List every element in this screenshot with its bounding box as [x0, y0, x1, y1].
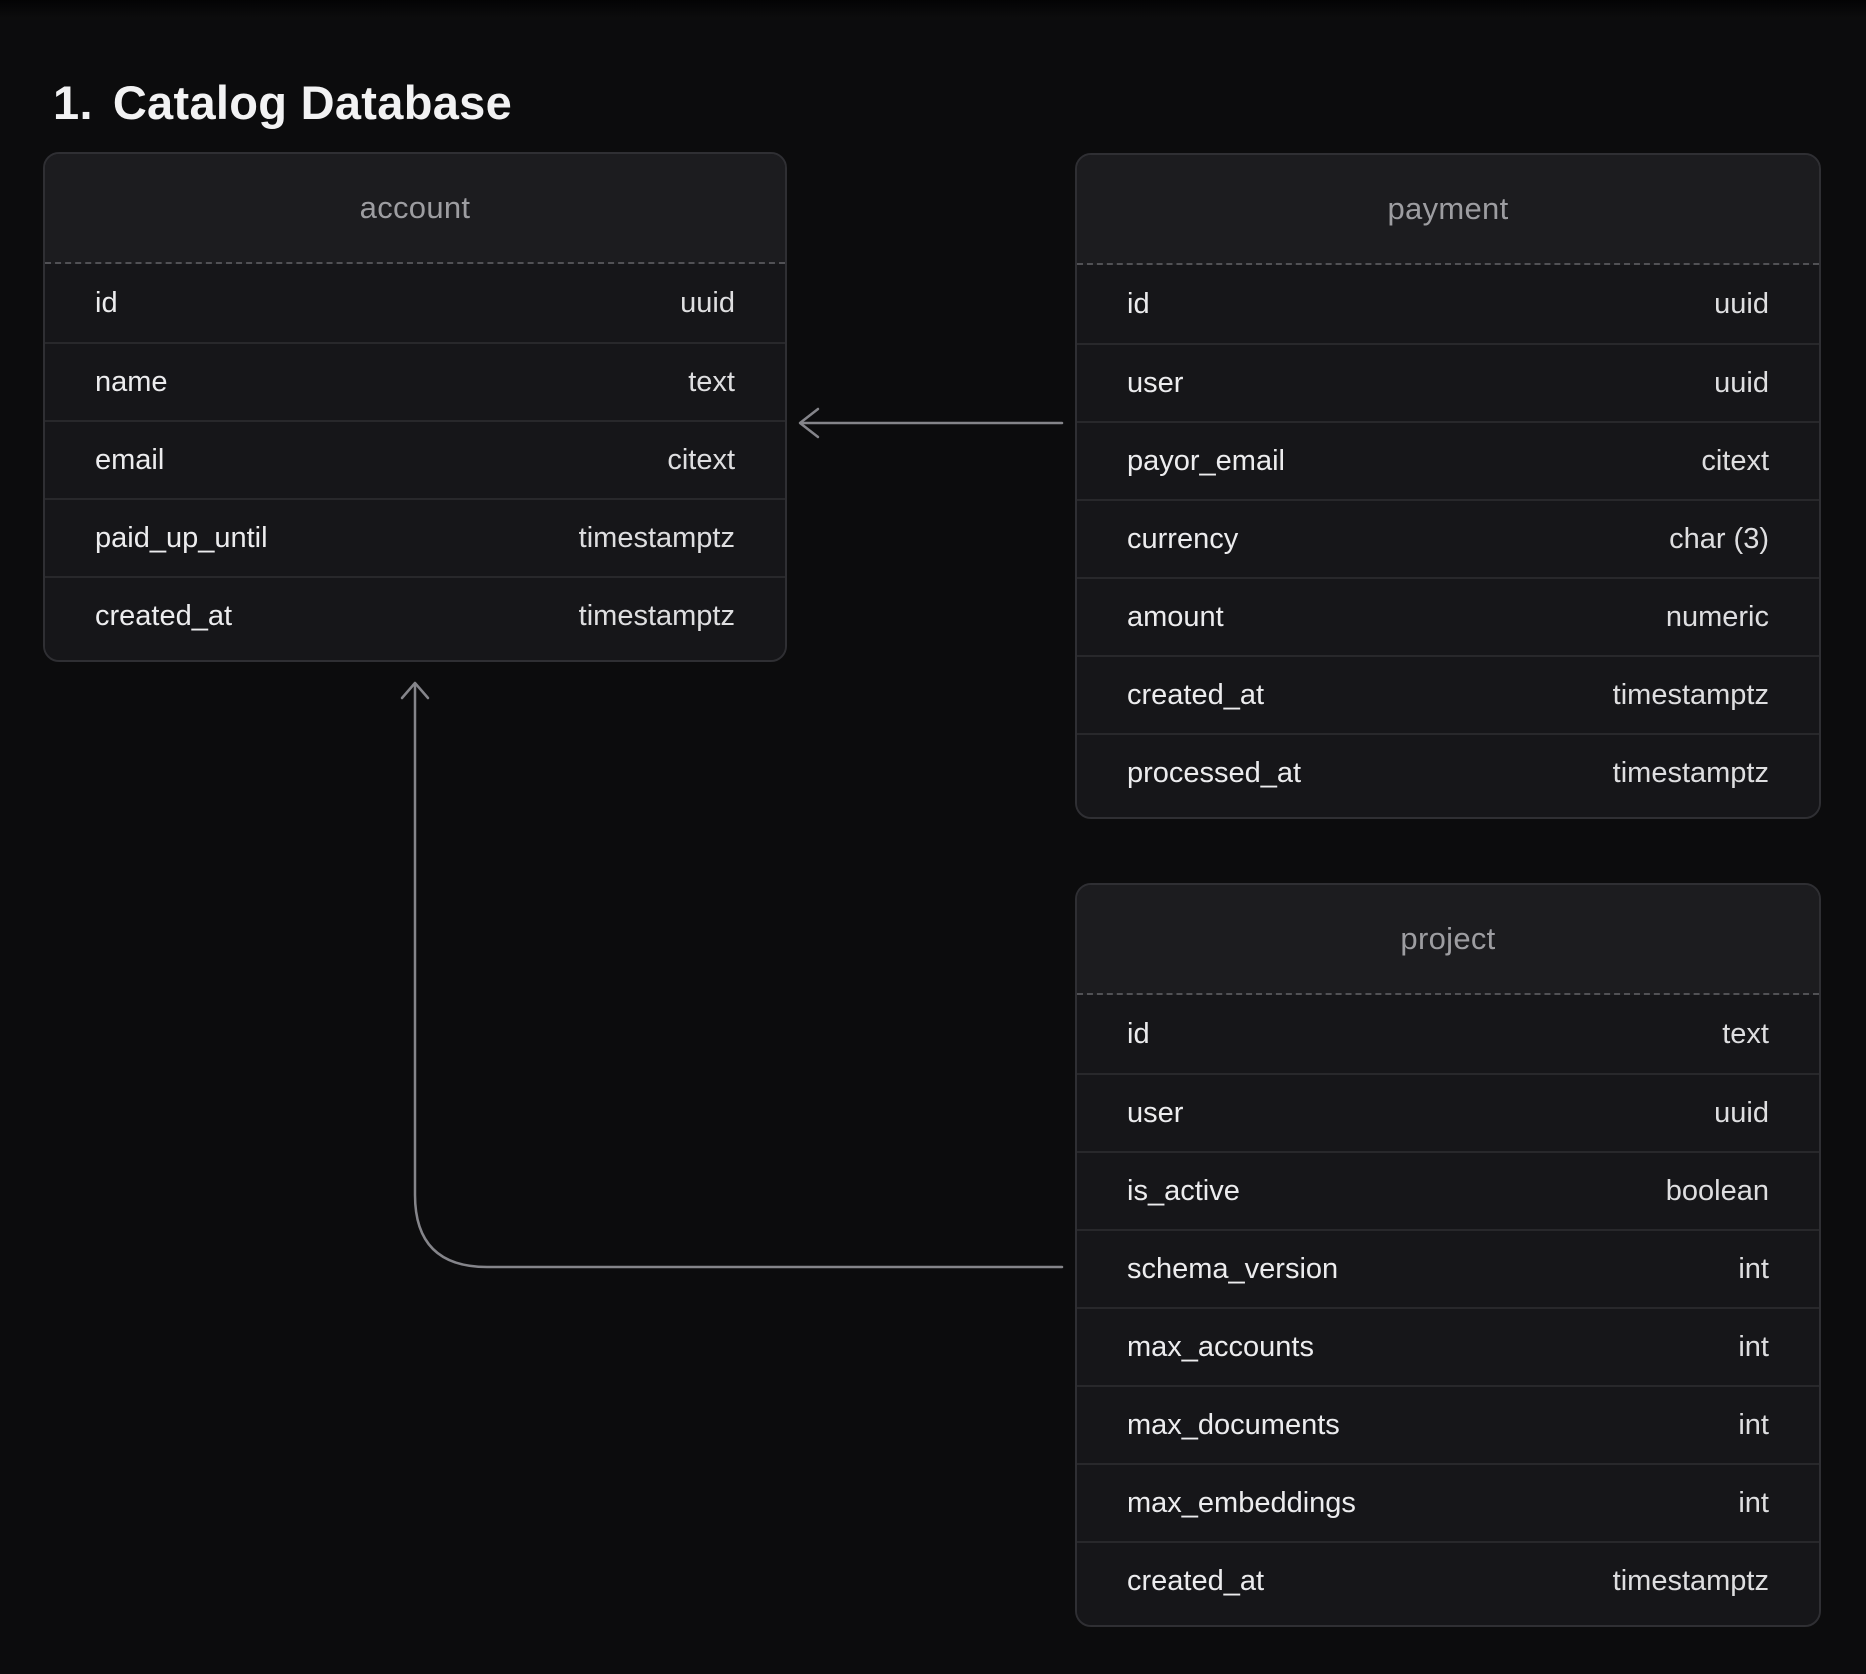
table-node-project[interactable]: project id text user uuid is_active bool… [1075, 883, 1821, 1627]
column-row: user uuid [1077, 1073, 1819, 1151]
column-name: is_active [1127, 1175, 1240, 1208]
arrowhead-left-icon [800, 409, 818, 437]
column-row: user uuid [1077, 343, 1819, 421]
column-name: max_embeddings [1127, 1487, 1356, 1520]
column-name: paid_up_until [95, 522, 268, 555]
connector-line [415, 684, 1062, 1267]
column-name: processed_at [1127, 757, 1301, 790]
column-name: user [1127, 367, 1183, 400]
column-type: text [1722, 1018, 1769, 1051]
table-node-payment[interactable]: payment id uuid user uuid payor_email ci… [1075, 153, 1821, 819]
column-type: int [1738, 1409, 1769, 1442]
column-row: paid_up_until timestamptz [45, 498, 785, 576]
column-name: currency [1127, 523, 1238, 556]
column-type: uuid [1714, 367, 1769, 400]
column-type: uuid [1714, 1097, 1769, 1130]
column-type: numeric [1666, 601, 1769, 634]
column-type: timestamptz [1613, 679, 1769, 712]
column-row: is_active boolean [1077, 1151, 1819, 1229]
column-row: payor_email citext [1077, 421, 1819, 499]
table-name-payment: payment [1077, 155, 1819, 265]
column-type: timestamptz [579, 522, 735, 555]
column-row: currency char (3) [1077, 499, 1819, 577]
column-type: text [688, 366, 735, 399]
column-name: amount [1127, 601, 1224, 634]
column-type: citext [1701, 445, 1769, 478]
column-name: user [1127, 1097, 1183, 1130]
column-row: max_accounts int [1077, 1307, 1819, 1385]
column-name: max_documents [1127, 1409, 1340, 1442]
column-name: schema_version [1127, 1253, 1338, 1286]
column-type: uuid [1714, 288, 1769, 321]
relationship-project-account [402, 683, 1062, 1267]
column-row: schema_version int [1077, 1229, 1819, 1307]
column-row: processed_at timestamptz [1077, 733, 1819, 811]
column-type: boolean [1666, 1175, 1769, 1208]
column-row: max_embeddings int [1077, 1463, 1819, 1541]
column-row: email citext [45, 420, 785, 498]
page-title-text: Catalog Database [113, 79, 512, 126]
column-type: int [1738, 1487, 1769, 1520]
column-type: char (3) [1669, 523, 1769, 556]
column-name: id [1127, 288, 1150, 321]
table-name-project: project [1077, 885, 1819, 995]
column-name: email [95, 444, 164, 477]
column-type: citext [667, 444, 735, 477]
column-name: id [95, 287, 118, 320]
column-row: id text [1077, 995, 1819, 1073]
column-name: id [1127, 1018, 1150, 1051]
column-row: created_at timestamptz [45, 576, 785, 654]
arrowhead-up-icon [402, 683, 428, 698]
relationship-payment-account [800, 409, 1062, 437]
table-columns-account: id uuid name text email citext paid_up_u… [45, 264, 785, 660]
column-row: id uuid [45, 264, 785, 342]
column-name: payor_email [1127, 445, 1285, 478]
column-row: created_at timestamptz [1077, 1541, 1819, 1619]
table-name-account: account [45, 154, 785, 264]
column-row: id uuid [1077, 265, 1819, 343]
column-type: int [1738, 1331, 1769, 1364]
column-row: max_documents int [1077, 1385, 1819, 1463]
column-name: created_at [95, 600, 232, 633]
table-columns-project: id text user uuid is_active boolean sche… [1077, 995, 1819, 1625]
column-type: timestamptz [1613, 757, 1769, 790]
column-type: uuid [680, 287, 735, 320]
column-row: amount numeric [1077, 577, 1819, 655]
table-columns-payment: id uuid user uuid payor_email citext cur… [1077, 265, 1819, 817]
column-name: created_at [1127, 1565, 1264, 1598]
column-type: timestamptz [1613, 1565, 1769, 1598]
column-name: max_accounts [1127, 1331, 1314, 1364]
column-name: created_at [1127, 679, 1264, 712]
column-row: name text [45, 342, 785, 420]
page-title-number: 1. [53, 79, 93, 126]
table-node-account[interactable]: account id uuid name text email citext p… [43, 152, 787, 662]
column-row: created_at timestamptz [1077, 655, 1819, 733]
column-name: name [95, 366, 168, 399]
column-type: int [1738, 1253, 1769, 1286]
page-title: 1. Catalog Database [53, 79, 512, 126]
column-type: timestamptz [579, 600, 735, 633]
